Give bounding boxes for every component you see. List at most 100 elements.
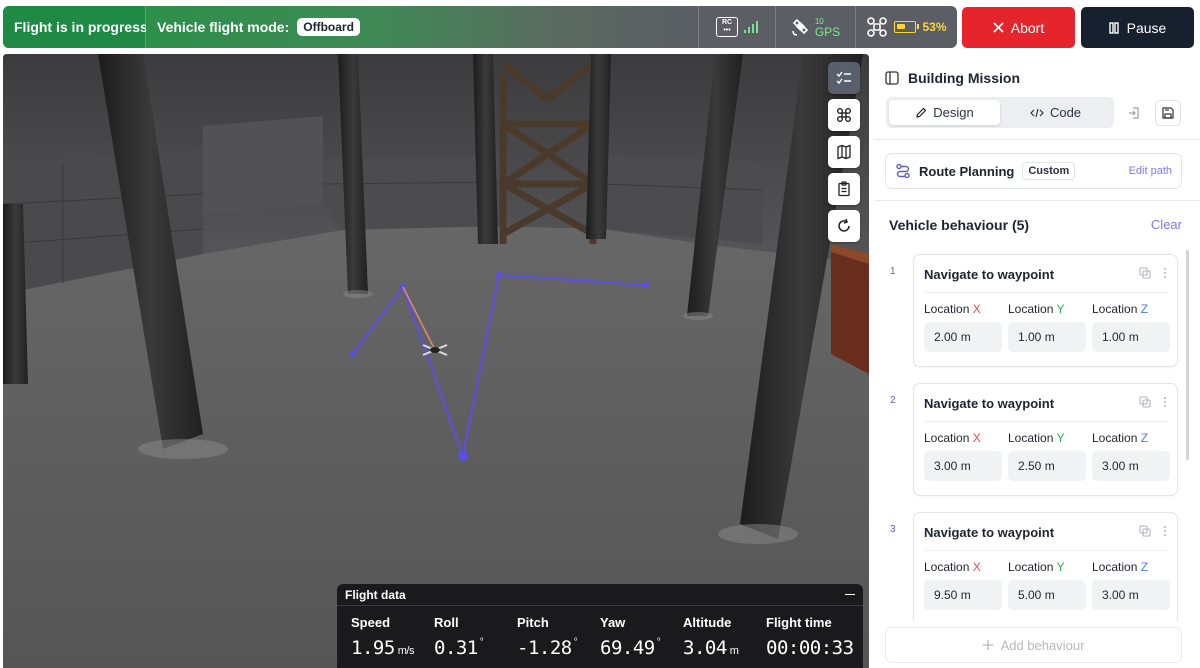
save-button[interactable] — [1155, 100, 1181, 126]
stat-unit: m/s — [397, 645, 415, 657]
route-type-badge: Custom — [1022, 162, 1076, 180]
flight-stat-pitch: Pitch -1.28 ° — [517, 615, 600, 659]
mission-panel: Building Mission Design Code Route Plann… — [875, 54, 1200, 668]
pause-button[interactable]: Pause — [1081, 7, 1194, 48]
stat-value: 69.49 — [600, 637, 655, 659]
location-y-input[interactable]: 1.00 m — [1008, 322, 1086, 352]
map-tool-button[interactable] — [828, 136, 860, 168]
behaviour-index: 3 — [890, 524, 896, 535]
refresh-icon — [838, 218, 850, 232]
rc-signal-indicator[interactable]: RC ••• — [698, 6, 775, 48]
behaviour-card[interactable]: Navigate to waypoint Location X Location… — [913, 512, 1178, 621]
behaviour-title: Navigate to waypoint — [924, 267, 1055, 282]
import-button[interactable] — [1121, 100, 1147, 126]
behaviour-list-scrollbar[interactable] — [1186, 250, 1189, 460]
clear-behaviours-button[interactable]: Clear — [1151, 217, 1182, 232]
flight-data-grid: Speed 1.95 m/s Roll 0.31 ° Pitch -1.28 ° Ya… — [337, 606, 863, 659]
stat-unit: m — [729, 645, 739, 657]
top-status-bar: Flight is in progress Vehicle flight mod… — [0, 0, 1200, 54]
simulation-viewport[interactable]: Flight data Speed 1.95 m/s Roll 0.31 ° Pit… — [3, 54, 869, 668]
viewport-toolbar — [828, 62, 860, 242]
pause-icon — [1108, 21, 1119, 34]
editor-mode-toggle: Design Code — [886, 97, 1114, 128]
plus-icon — [982, 640, 993, 650]
duplicate-icon[interactable] — [1139, 267, 1151, 279]
tab-code-label: Code — [1049, 105, 1082, 120]
duplicate-icon[interactable] — [1139, 525, 1151, 537]
battery-indicator[interactable]: 53% — [855, 6, 957, 48]
divider — [875, 139, 1200, 140]
location-z-input[interactable]: 3.00 m — [1092, 451, 1170, 481]
location-z-input[interactable]: 1.00 m — [1092, 322, 1170, 352]
location-z-label: Location Z — [1092, 431, 1149, 445]
stat-label: Flight time — [766, 615, 832, 630]
behaviour-card[interactable]: Navigate to waypoint Location X Location… — [913, 254, 1178, 367]
battery-fill — [897, 24, 906, 29]
divider — [875, 200, 1200, 201]
abort-button[interactable]: Abort — [962, 7, 1075, 48]
clipboard-icon — [838, 181, 850, 197]
battery-percent: 53% — [922, 20, 947, 34]
add-behaviour-button[interactable]: Add behaviour — [885, 627, 1182, 663]
edit-path-link[interactable]: Edit path — [1129, 165, 1172, 177]
gps-indicator[interactable]: 10 GPS — [775, 6, 855, 48]
stat-label: Yaw — [600, 615, 626, 630]
sidebar-toggle-icon[interactable] — [885, 71, 899, 85]
location-x-input[interactable]: 2.00 m — [924, 322, 1002, 352]
rc-icon-label: RC — [721, 19, 733, 26]
flight-stat-altitude: Altitude 3.04 m — [683, 615, 766, 659]
stat-value: 1.95 — [351, 637, 395, 659]
route-planning-label: Route Planning — [919, 163, 1015, 179]
mission-header: Building Mission — [885, 70, 1020, 86]
stat-unit: ° — [479, 637, 484, 648]
stat-label: Pitch — [517, 615, 549, 630]
tab-design[interactable]: Design — [889, 100, 1000, 125]
flight-stat-yaw: Yaw 69.49 ° — [600, 615, 683, 659]
map-icon — [837, 144, 851, 160]
stat-value: 00:00:33 — [766, 637, 854, 659]
gps-label: GPS — [814, 25, 841, 39]
signal-bars-icon — [744, 21, 758, 33]
drone-icon — [837, 108, 851, 122]
drone-tool-button[interactable] — [828, 99, 860, 131]
mission-title: Building Mission — [908, 70, 1020, 86]
clipboard-tool-button[interactable] — [828, 173, 860, 205]
route-planning-card[interactable]: Route Planning Custom Edit path — [885, 153, 1182, 189]
minimize-icon[interactable] — [845, 593, 855, 596]
drone-icon — [867, 17, 888, 37]
behaviour-index: 2 — [890, 395, 896, 406]
reset-view-button[interactable] — [828, 210, 860, 242]
flight-stat-roll: Roll 0.31 ° — [434, 615, 517, 659]
behaviour-index: 1 — [890, 266, 896, 277]
stat-value: 3.04 — [683, 637, 727, 659]
flight-mode-indicator: Vehicle flight mode: Offboard — [146, 6, 698, 48]
location-x-label: Location X — [924, 302, 981, 316]
status-group: Flight is in progress Vehicle flight mod… — [3, 6, 957, 48]
close-icon — [993, 22, 1004, 33]
location-z-input[interactable]: 3.00 m — [1092, 580, 1170, 610]
location-x-input[interactable]: 9.50 m — [924, 580, 1002, 610]
more-options-icon[interactable] — [1163, 267, 1167, 279]
behaviour-title: Navigate to waypoint — [924, 525, 1055, 540]
stat-unit: ° — [573, 637, 578, 648]
tab-code[interactable]: Code — [1000, 100, 1111, 125]
behaviour-card[interactable]: Navigate to waypoint Location X Location… — [913, 383, 1178, 496]
duplicate-icon[interactable] — [1139, 396, 1151, 408]
vehicle-behaviour-title: Vehicle behaviour (5) — [889, 217, 1030, 233]
battery-icon — [894, 21, 920, 33]
location-x-input[interactable]: 3.00 m — [924, 451, 1002, 481]
import-icon — [1129, 107, 1139, 119]
more-options-icon[interactable] — [1163, 525, 1167, 537]
pause-label: Pause — [1126, 19, 1167, 36]
checklist-tool-button[interactable] — [828, 62, 860, 94]
behaviour-list[interactable]: 1 Navigate to waypoint Location X Locati… — [875, 246, 1200, 621]
location-y-label: Location Y — [1008, 560, 1065, 574]
flight-data-panel: Flight data Speed 1.95 m/s Roll 0.31 ° Pit… — [337, 584, 863, 668]
more-options-icon[interactable] — [1163, 396, 1167, 408]
flight-stat-speed: Speed 1.95 m/s — [351, 615, 434, 659]
location-y-input[interactable]: 5.00 m — [1008, 580, 1086, 610]
pencil-icon — [916, 107, 927, 118]
tab-design-label: Design — [933, 105, 974, 120]
location-y-input[interactable]: 2.50 m — [1008, 451, 1086, 481]
flight-mode-label: Vehicle flight mode: — [157, 19, 290, 35]
